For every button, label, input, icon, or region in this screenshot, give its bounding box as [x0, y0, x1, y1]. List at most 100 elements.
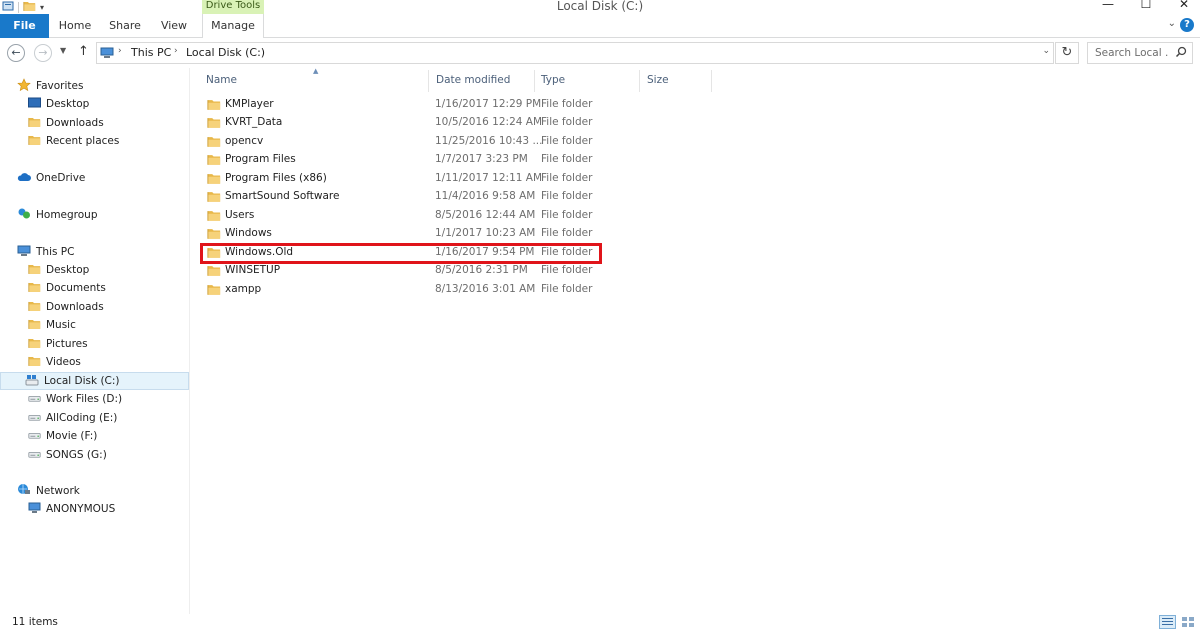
table-row[interactable]: opencv 11/25/2016 10:43 ... File folder	[203, 133, 703, 151]
file-date-modified: 1/1/2017 10:23 AM	[435, 227, 536, 239]
nav-desktop[interactable]: Desktop	[0, 261, 189, 279]
table-row[interactable]: Program Files 1/7/2017 3:23 PM File fold…	[203, 151, 703, 169]
folder-icon	[207, 264, 221, 280]
breadcrumb-local-disk[interactable]: Local Disk (C:)	[186, 46, 265, 59]
file-name: KVRT_Data	[225, 116, 283, 128]
folder-icon	[207, 227, 221, 243]
address-bar[interactable]: › This PC › Local Disk (C:) ⌄	[96, 42, 1054, 64]
nav-pictures[interactable]: Pictures	[0, 335, 189, 353]
file-date-modified: 8/13/2016 3:01 AM	[435, 283, 536, 295]
folder-icon	[28, 281, 41, 296]
nav-item-label: ANONYMOUS	[46, 503, 116, 515]
tab-file[interactable]: File	[0, 14, 49, 38]
file-date-modified: 8/5/2016 2:31 PM	[435, 264, 528, 276]
nav-allcoding-e[interactable]: AllCoding (E:)	[0, 409, 189, 427]
forward-button[interactable]: →	[34, 44, 52, 62]
table-row[interactable]: KVRT_Data 10/5/2016 12:24 AM File folder	[203, 114, 703, 132]
star-icon	[17, 77, 31, 95]
column-divider[interactable]	[639, 70, 640, 92]
recent-places-icon	[28, 134, 41, 149]
nav-item-label: Favorites	[36, 80, 84, 92]
search-icon[interactable]	[1175, 46, 1187, 61]
nav-network[interactable]: Network	[0, 482, 189, 500]
expand-ribbon-icon[interactable]: ⌄	[1168, 18, 1176, 29]
tab-view[interactable]: View	[152, 14, 196, 38]
table-row[interactable]: Program Files (x86) 1/11/2017 12:11 AM F…	[203, 170, 703, 188]
file-type: File folder	[541, 190, 593, 202]
item-count: 11 items	[12, 616, 58, 628]
network-icon	[17, 483, 31, 499]
breadcrumb-this-pc[interactable]: This PC	[131, 46, 171, 59]
file-type: File folder	[541, 264, 593, 276]
nav-favorites-desktop[interactable]: Desktop	[0, 95, 189, 113]
nav-item-label: Work Files (D:)	[46, 393, 123, 405]
breadcrumb-separator-icon[interactable]: ›	[174, 46, 178, 56]
recent-locations-icon[interactable]: ▼	[60, 46, 66, 55]
nav-movie-f[interactable]: Movie (F:)	[0, 427, 189, 445]
nav-onedrive[interactable]: OneDrive	[0, 169, 189, 187]
file-name: Users	[225, 209, 255, 221]
file-date-modified: 8/5/2016 12:44 AM	[435, 209, 536, 221]
table-row[interactable]: Users 8/5/2016 12:44 AM File folder	[203, 207, 703, 225]
address-dropdown-icon[interactable]: ⌄	[1042, 46, 1050, 56]
folder-icon	[207, 283, 221, 299]
minimize-button[interactable]: —	[1100, 0, 1116, 11]
file-name: Windows	[225, 227, 272, 239]
table-row[interactable]: SmartSound Software 11/4/2016 9:58 AM Fi…	[203, 188, 703, 206]
nav-anonymous[interactable]: ANONYMOUS	[0, 500, 189, 518]
nav-local-disk-c[interactable]: Local Disk (C:)	[0, 372, 189, 390]
column-divider[interactable]	[428, 70, 429, 92]
table-row[interactable]: xampp 8/13/2016 3:01 AM File folder	[203, 281, 703, 299]
column-divider[interactable]	[534, 70, 535, 92]
nav-item-label: Desktop	[46, 264, 90, 276]
column-divider[interactable]	[711, 70, 712, 92]
file-list: ▲ Name Date modified Type Size KMPlayer …	[191, 67, 1200, 614]
column-header-size[interactable]: Size	[647, 74, 669, 86]
nav-favorites-downloads[interactable]: Downloads	[0, 114, 189, 132]
nav-music[interactable]: Music	[0, 316, 189, 334]
nav-documents[interactable]: Documents	[0, 279, 189, 297]
nav-this-pc[interactable]: This PC	[0, 243, 189, 261]
nav-recent-places[interactable]: Recent places	[0, 132, 189, 150]
folder-icon	[207, 190, 221, 206]
column-header-type[interactable]: Type	[541, 74, 565, 86]
details-view-icon[interactable]	[1159, 615, 1176, 629]
file-type: File folder	[541, 227, 593, 239]
nav-favorites[interactable]: Favorites	[0, 77, 189, 95]
file-type: File folder	[541, 153, 593, 165]
up-button[interactable]: ↑	[78, 44, 89, 59]
table-row[interactable]: KMPlayer 1/16/2017 12:29 PM File folder	[203, 96, 703, 114]
maximize-button[interactable]: ☐	[1138, 0, 1154, 11]
nav-item-label: Movie (F:)	[46, 430, 98, 442]
nav-item-label: OneDrive	[36, 172, 86, 184]
nav-songs-g[interactable]: SONGS (G:)	[0, 446, 189, 464]
network-computer-icon	[28, 502, 41, 517]
column-header-date-modified[interactable]: Date modified	[436, 74, 510, 86]
help-icon[interactable]: ?	[1180, 18, 1194, 32]
search-input[interactable]	[1088, 43, 1168, 63]
back-button[interactable]: ←	[7, 44, 25, 62]
nav-videos[interactable]: Videos	[0, 353, 189, 371]
table-row[interactable]: Windows 1/1/2017 10:23 AM File folder	[203, 225, 703, 243]
tab-home[interactable]: Home	[52, 14, 98, 38]
table-row[interactable]: WINSETUP 8/5/2016 2:31 PM File folder	[203, 262, 703, 280]
nav-homegroup[interactable]: Homegroup	[0, 206, 189, 224]
breadcrumb-separator-icon[interactable]: ›	[118, 46, 122, 56]
refresh-button[interactable]: ↻	[1055, 42, 1079, 64]
file-type: File folder	[541, 135, 593, 147]
column-header-name[interactable]: Name	[206, 74, 237, 86]
nav-item-label: SONGS (G:)	[46, 449, 107, 461]
file-type: File folder	[541, 98, 593, 110]
tab-share[interactable]: Share	[103, 14, 147, 38]
tab-manage[interactable]: Manage	[202, 14, 264, 39]
nav-downloads[interactable]: Downloads	[0, 298, 189, 316]
ribbon-tabs: File Home Share View Manage ⌄ ?	[0, 14, 1200, 39]
close-button[interactable]: ✕	[1176, 0, 1192, 11]
desktop-icon	[28, 97, 41, 112]
music-folder-icon	[28, 318, 41, 333]
large-icons-view-icon[interactable]	[1180, 615, 1196, 629]
nav-work-files-d[interactable]: Work Files (D:)	[0, 390, 189, 408]
computer-icon	[17, 245, 31, 260]
onedrive-icon	[17, 172, 31, 185]
search-box[interactable]	[1087, 42, 1193, 64]
